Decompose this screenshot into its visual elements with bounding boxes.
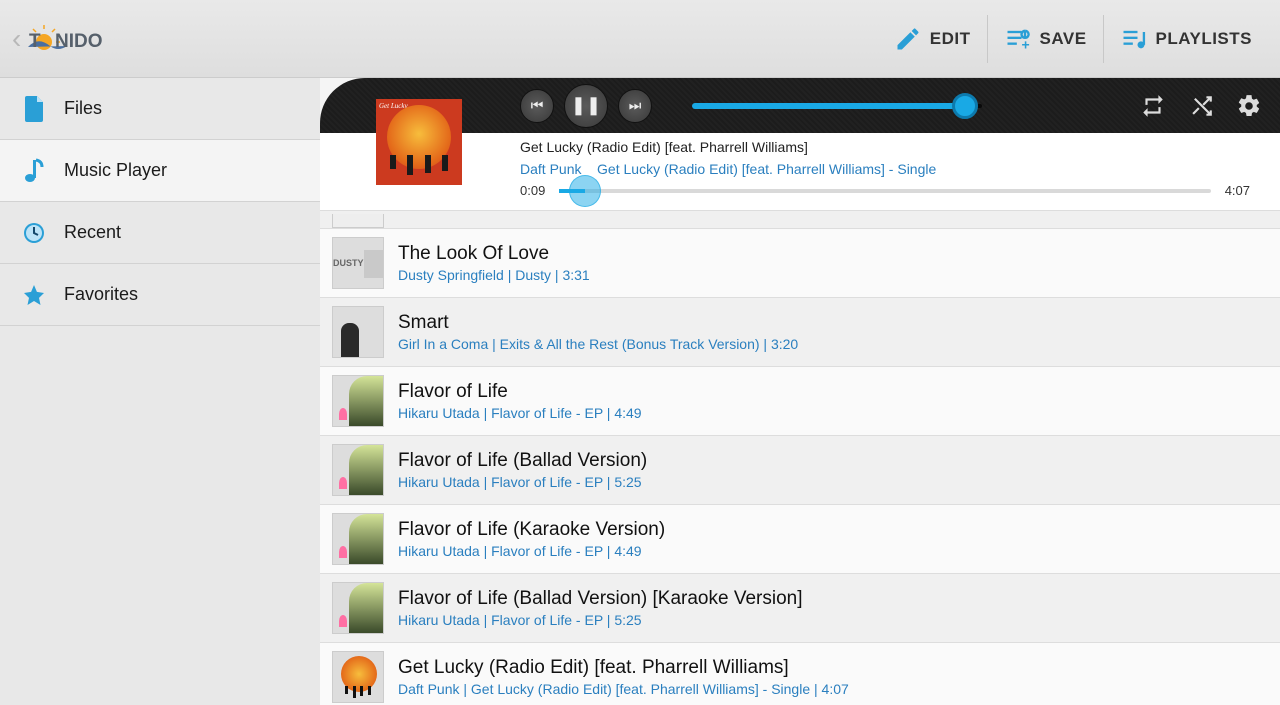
svg-text:NIDO: NIDO <box>55 31 103 52</box>
track-row[interactable]: Flavor of Life (Ballad Version) Hikaru U… <box>320 436 1280 505</box>
player-controls: ⏮ ❚❚ ⏭ <box>320 78 1280 133</box>
play-pause-button[interactable]: ❚❚ <box>564 84 608 128</box>
track-subtitle: Hikaru Utada | Flavor of Life - EP | 5:2… <box>398 474 647 490</box>
total-time: 4:07 <box>1225 183 1250 198</box>
track-subtitle: Girl In a Coma | Exits & All the Rest (B… <box>398 336 798 352</box>
now-playing-info: Get Lucky Get Lucky (Radio Edit) [feat. … <box>320 133 1280 211</box>
now-playing-artist: Daft Punk <box>520 161 581 177</box>
elapsed-time: 0:09 <box>520 183 545 198</box>
track-row[interactable]: DUSTY The Look Of Love Dusty Springfield… <box>320 229 1280 298</box>
playlists-button[interactable]: PLAYLISTS <box>1103 15 1268 63</box>
save-label: SAVE <box>1040 29 1087 49</box>
track-row[interactable]: Flavor of Life (Karaoke Version) Hikaru … <box>320 505 1280 574</box>
sidebar-item-files[interactable]: Files <box>0 78 320 140</box>
track-cover <box>332 582 384 634</box>
music-panel: ⏮ ❚❚ ⏭ Get Lucky Get Lucky (Radio Edit) … <box>320 78 1280 705</box>
track-cover <box>332 513 384 565</box>
track-cover <box>332 444 384 496</box>
track-subtitle: Daft Punk | Get Lucky (Radio Edit) [feat… <box>398 681 849 697</box>
track-row[interactable]: Get Lucky (Radio Edit) [feat. Pharrell W… <box>320 643 1280 705</box>
track-subtitle: Hikaru Utada | Flavor of Life - EP | 5:2… <box>398 612 802 628</box>
sidebar-item-recent[interactable]: Recent <box>0 202 320 264</box>
shuffle-icon[interactable] <box>1188 93 1214 119</box>
now-playing-cover: Get Lucky <box>376 99 462 185</box>
forward-icon: ⏭ <box>629 97 642 114</box>
now-playing-title: Get Lucky (Radio Edit) [feat. Pharrell W… <box>520 139 1280 155</box>
playlists-icon <box>1120 25 1148 53</box>
sidebar-item-label: Files <box>64 98 102 119</box>
sidebar-item-favorites[interactable]: Favorites <box>0 264 320 326</box>
track-title: Smart <box>398 312 798 334</box>
settings-icon[interactable] <box>1236 93 1262 119</box>
sidebar-item-label: Music Player <box>64 160 167 181</box>
pause-icon: ❚❚ <box>571 95 601 116</box>
save-button[interactable]: + SAVE <box>987 15 1103 63</box>
back-icon[interactable]: ‹ <box>12 23 21 55</box>
track-cover: DUSTY <box>332 237 384 289</box>
track-list: DUSTY The Look Of Love Dusty Springfield… <box>320 211 1280 705</box>
track-row-partial[interactable] <box>320 211 1280 229</box>
prev-button[interactable]: ⏮ <box>520 89 554 123</box>
track-title: Flavor of Life (Ballad Version) [Karaoke… <box>398 588 802 610</box>
track-cover <box>332 651 384 703</box>
track-cover <box>332 306 384 358</box>
track-subtitle: Hikaru Utada | Flavor of Life - EP | 4:4… <box>398 543 665 559</box>
tonido-logo: T NIDO <box>23 24 153 54</box>
clock-icon <box>22 221 46 245</box>
track-title: Flavor of Life (Ballad Version) <box>398 450 647 472</box>
track-row[interactable]: Smart Girl In a Coma | Exits & All the R… <box>320 298 1280 367</box>
track-row[interactable]: Flavor of Life Hikaru Utada | Flavor of … <box>320 367 1280 436</box>
track-cover <box>332 375 384 427</box>
volume-slider[interactable] <box>692 103 982 109</box>
track-title: Get Lucky (Radio Edit) [feat. Pharrell W… <box>398 657 849 679</box>
playlists-label: PLAYLISTS <box>1156 29 1252 49</box>
save-playlist-icon: + <box>1004 25 1032 53</box>
header-actions: EDIT + SAVE PLAYLISTS <box>878 15 1268 63</box>
edit-button[interactable]: EDIT <box>878 15 987 63</box>
now-playing-album: Get Lucky (Radio Edit) [feat. Pharrell W… <box>581 161 936 177</box>
logo-area[interactable]: ‹ T NIDO <box>12 23 153 55</box>
track-title: Flavor of Life <box>398 381 642 403</box>
track-subtitle: Hikaru Utada | Flavor of Life - EP | 4:4… <box>398 405 642 421</box>
rewind-icon: ⏮ <box>531 97 544 114</box>
edit-label: EDIT <box>930 29 971 49</box>
svg-text:T: T <box>29 31 41 52</box>
app-header: ‹ T NIDO EDIT + SAVE <box>0 0 1280 78</box>
star-icon <box>22 283 46 307</box>
track-subtitle: Dusty Springfield | Dusty | 3:31 <box>398 267 590 283</box>
track-title: Flavor of Life (Karaoke Version) <box>398 519 665 541</box>
music-note-icon <box>22 159 46 183</box>
sidebar: Files Music Player Recent Favorites <box>0 78 320 705</box>
sidebar-item-label: Recent <box>64 222 121 243</box>
pencil-icon <box>894 25 922 53</box>
sidebar-item-music-player[interactable]: Music Player <box>0 140 320 202</box>
sidebar-item-label: Favorites <box>64 284 138 305</box>
repeat-icon[interactable] <box>1140 93 1166 119</box>
now-playing-subtitle: Daft PunkGet Lucky (Radio Edit) [feat. P… <box>520 161 1280 177</box>
track-row[interactable]: Flavor of Life (Ballad Version) [Karaoke… <box>320 574 1280 643</box>
next-button[interactable]: ⏭ <box>618 89 652 123</box>
track-title: The Look Of Love <box>398 243 590 265</box>
scrub-bar[interactable] <box>559 189 1210 193</box>
file-icon <box>22 97 46 121</box>
